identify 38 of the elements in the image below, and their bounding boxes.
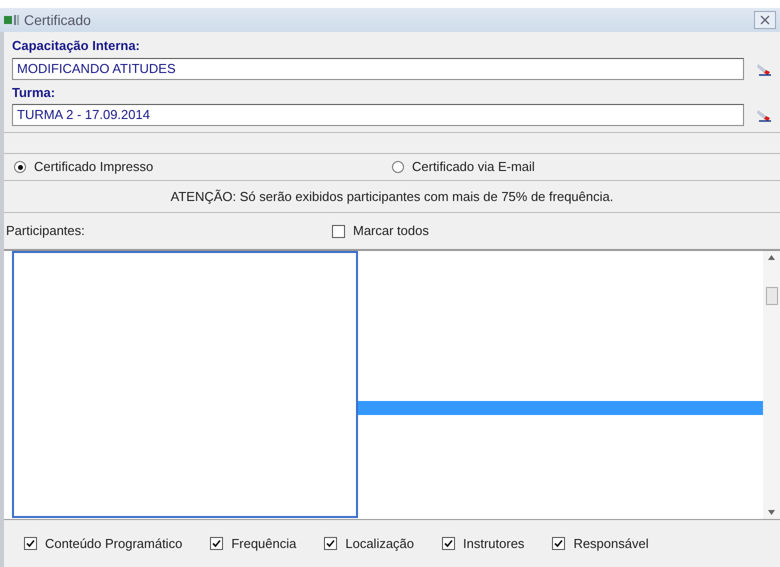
checkbox[interactable] [210, 537, 224, 550]
notice-text: ATENÇÃO: Só serão exibidos participantes com mais de 75% de frequência. [170, 188, 614, 206]
radio-label: Certificado Impresso [34, 158, 154, 176]
checkbox[interactable] [324, 537, 338, 550]
text-field[interactable]: TURMA 2 - 17.09.2014 [12, 104, 744, 126]
checkbox-label: Marcar todos [353, 222, 429, 240]
checkbox[interactable] [24, 537, 37, 550]
eraser-icon[interactable] [756, 108, 772, 122]
checkbox-label: Localização [345, 534, 414, 553]
window-title: Certificado [24, 10, 91, 30]
checkbox[interactable] [332, 224, 345, 238]
radio-button[interactable] [392, 161, 404, 173]
eraser-icon[interactable] [756, 62, 772, 76]
close-button[interactable] [754, 11, 776, 29]
checkbox-label: Frequência [231, 534, 296, 553]
check-icon [326, 539, 336, 548]
check-icon [554, 539, 564, 548]
checkbox[interactable] [552, 537, 566, 550]
radio-button[interactable] [14, 161, 26, 173]
scroll-down-icon[interactable] [768, 510, 775, 515]
scroll-up-icon[interactable] [768, 255, 775, 260]
participants-list[interactable] [12, 251, 358, 518]
checkbox-label: Conteúdo Programático [45, 534, 182, 553]
checkbox[interactable] [442, 537, 456, 550]
checkbox-label: Responsável [573, 534, 649, 553]
field-label: Turma: [12, 84, 56, 102]
text-field[interactable]: MODIFICANDO ATITUDES [12, 58, 744, 80]
check-icon [212, 539, 222, 548]
window-icon [4, 14, 20, 26]
check-icon [26, 539, 35, 548]
check-icon [444, 539, 454, 548]
close-icon [760, 15, 770, 25]
participants-label: Participantes: [6, 222, 86, 240]
scrollbar[interactable] [763, 251, 780, 519]
radio-label: Certificado via E-mail [412, 158, 535, 176]
checkbox-label: Instrutores [463, 534, 524, 553]
scroll-thumb[interactable] [766, 287, 778, 306]
field-label: Capacitação Interna: [12, 37, 141, 55]
